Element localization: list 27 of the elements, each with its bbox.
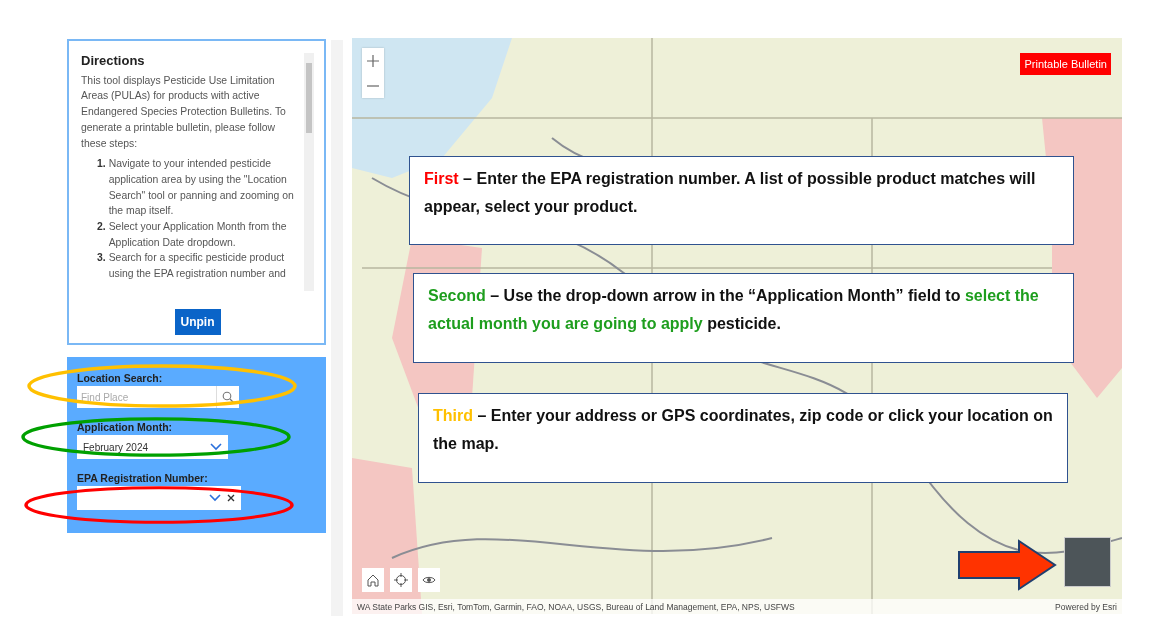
attribution-text: WA State Parks GIS, Esri, TomTom, Garmin, FAO, NOAA, USGS, Bureau of Land Management, EPA, NPS, USFWS [357,601,795,612]
step-text: Navigate to your intended pesticide application area by using the "Location Search" tool or panning and zooming on the map itself. [108,157,295,219]
chevron-down-icon[interactable] [209,494,221,502]
step-number: 1. [97,157,106,172]
chevron-down-icon[interactable] [210,443,222,451]
callout-text: Second – Use the drop-down arrow in the “Application Month” field to select the actual month you are going to apply pesticide. [428,286,1040,334]
unpin-button[interactable]: Unpin [174,309,221,335]
callout-text: Third – Enter your address or GPS coordinates, zip code or click your location on the map. [433,406,1053,454]
basemap-thumbnail[interactable] [1064,537,1111,587]
directions-paragraph: This tool displays Pesticide Use Limitation Areas (PULAs) for products with active Endangered Species Protection Bulletins. To generate a printable bulletin, please follow these steps: [81,73,287,151]
field-label: EPA Registration Number: [77,472,208,484]
field-label: Application Month: [77,421,173,433]
clear-icon[interactable] [227,494,235,502]
panel-title: Directions [81,53,146,69]
crosshair-icon[interactable] [390,568,412,592]
eye-icon[interactable] [418,568,440,592]
dropdown-value: February 2024 [83,441,150,453]
powered-by-link[interactable]: Powered by Esri [1055,601,1117,612]
step-text: Search for a specific pesticide product using the EPA registration number and [108,251,287,282]
scrollbar[interactable] [304,53,314,291]
home-icon[interactable] [362,568,384,592]
field-label: Location Search: [77,372,163,384]
step-number: 2. [97,220,106,235]
step-number: 3. [97,251,106,266]
callout-text: First – Enter the EPA registration number. A list of possible product matches will appear, select your product. [424,169,1037,217]
step-text: Select your Application Month from the Application Date dropdown. [108,220,288,250]
printable-bulletin-button[interactable]: Printable Bulletin [1020,53,1111,75]
